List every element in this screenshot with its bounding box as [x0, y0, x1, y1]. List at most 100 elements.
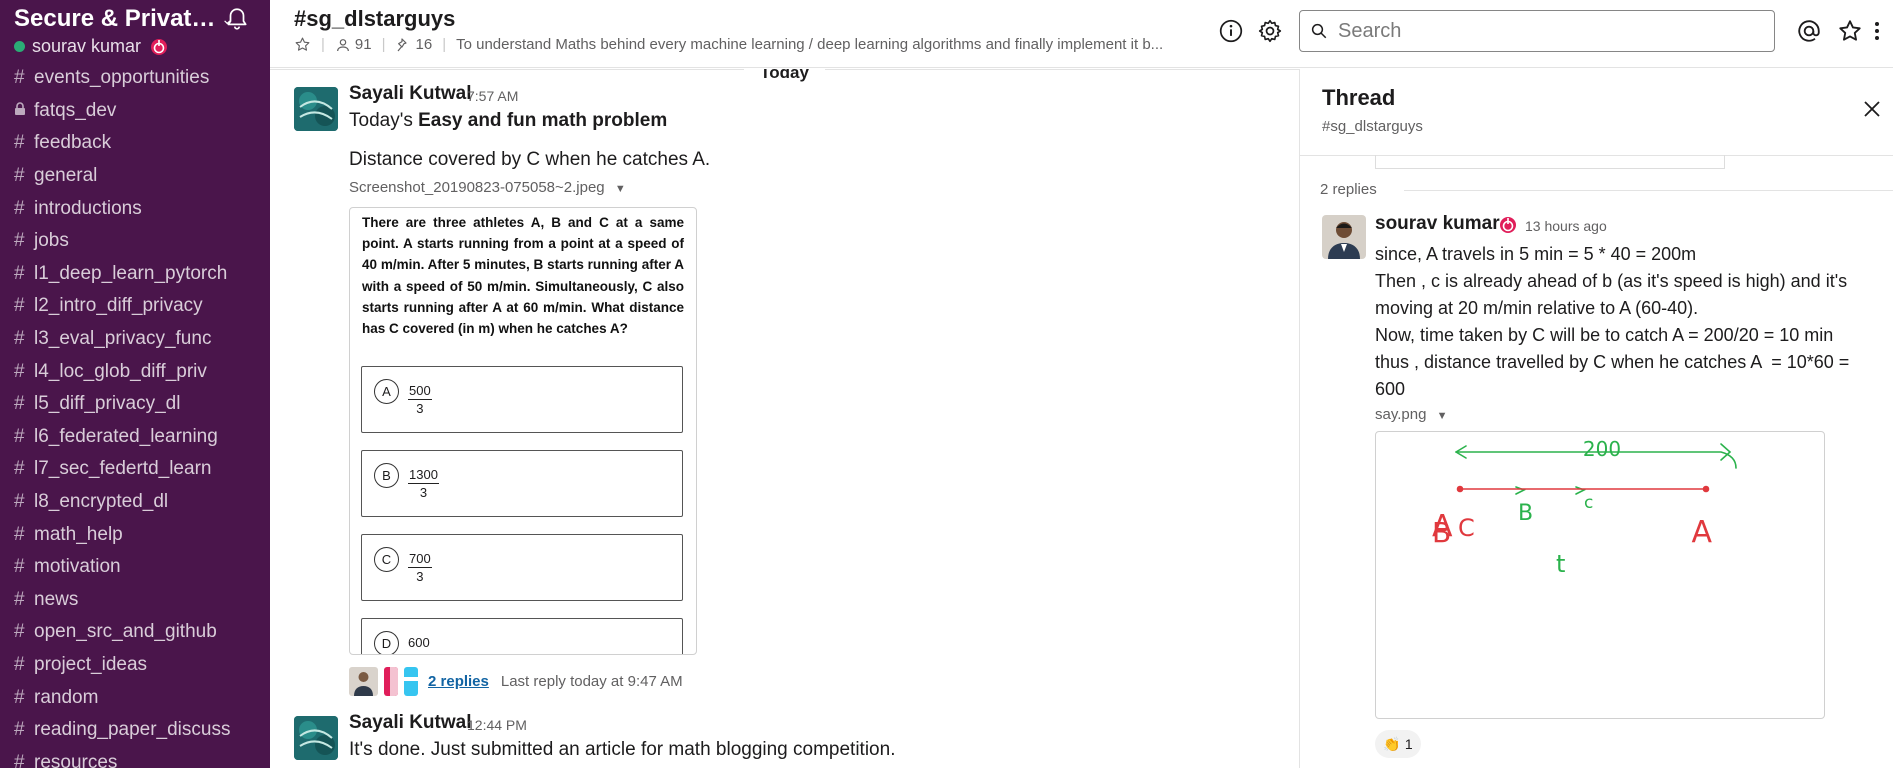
sidebar-item-fatqs-dev[interactable]: fatqs_dev: [0, 95, 270, 128]
sidebar-item-label: events_opportunities: [34, 67, 210, 89]
sidebar-item-l6-federated-learning[interactable]: # l6_federated_learning: [0, 421, 270, 454]
user-photo-avatar: [1322, 215, 1366, 259]
sidebar-item-l7-sec-federtd-learn[interactable]: # l7_sec_federtd_learn: [0, 453, 270, 486]
fraction-numerator: 1300: [408, 467, 439, 484]
star-icon[interactable]: [294, 36, 311, 53]
caret-down-icon[interactable]: ▼: [615, 183, 626, 195]
info-icon[interactable]: [1218, 18, 1244, 44]
channel-title[interactable]: #sg_dlstarguys: [294, 6, 455, 32]
thread-summary[interactable]: 2 replies Last reply today at 9:47 AM: [349, 665, 683, 697]
pin-icon[interactable]: [396, 37, 412, 53]
sidebar-item-label: project_ideas: [34, 653, 148, 675]
replier-avatar: [384, 666, 398, 696]
sidebar-item-project-ideas[interactable]: # project_ideas: [0, 649, 270, 682]
sidebar-item-events-opportunities[interactable]: # events_opportunities: [0, 62, 270, 95]
image-attachment[interactable]: There are three athletes A, B and C at a…: [349, 207, 697, 655]
sidebar-item-l1-deep-learn-pytorch[interactable]: # l1_deep_learn_pytorch: [0, 258, 270, 291]
hash-icon: #: [14, 360, 25, 382]
sidebar-item-motivation[interactable]: # motivation: [0, 551, 270, 584]
file-name[interactable]: Screenshot_20190823-075058~2.jpeg ▼: [349, 179, 626, 196]
avatar[interactable]: [1322, 215, 1366, 259]
sidebar-item-news[interactable]: # news: [0, 584, 270, 617]
sidebar-item-l8-encrypted-dl[interactable]: # l8_encrypted_dl: [0, 486, 270, 519]
lock-icon: [14, 100, 34, 122]
hash-icon: #: [14, 165, 25, 187]
avatar[interactable]: [294, 87, 338, 131]
option-fraction: 500 3: [408, 383, 432, 416]
hash-icon: #: [14, 751, 25, 768]
starred-items-icon[interactable]: [1837, 18, 1863, 44]
sidebar-item-label: reading_paper_discuss: [34, 719, 231, 741]
message-text-bold: Easy and fun math problem: [418, 110, 668, 131]
sidebar-item-introductions[interactable]: # introductions: [0, 192, 270, 225]
sidebar-item-label: l7_sec_federtd_learn: [34, 458, 212, 480]
search-box[interactable]: [1299, 10, 1775, 52]
channel-topic[interactable]: To understand Maths behind every machine…: [456, 36, 1216, 53]
sidebar: Secure & Privat… ⌄ sourav kumar # events_…: [0, 0, 270, 768]
option-d: D 600: [361, 618, 683, 654]
reply-author[interactable]: sourav kumar: [1375, 213, 1500, 235]
sidebar-item-reading-paper-discuss[interactable]: # reading_paper_discuss: [0, 714, 270, 747]
sidebar-item-open-src-and-github[interactable]: # open_src_and_github: [0, 616, 270, 649]
sidebar-item-label: l4_loc_glob_diff_priv: [34, 360, 207, 382]
sidebar-item-l4-loc-glob-diff-priv[interactable]: # l4_loc_glob_diff_priv: [0, 355, 270, 388]
reply-text: since, A travels in 5 min = 5 * 40 = 200…: [1375, 241, 1875, 403]
option-fraction: 700 3: [408, 551, 432, 584]
question-text: There are three athletes A, B and C at a…: [362, 215, 684, 337]
sidebar-item-label: random: [34, 686, 99, 708]
sidebar-item-l3-eval-privacy-func[interactable]: # l3_eval_privacy_func: [0, 323, 270, 356]
channel-list: # events_opportunities fatqs_dev # feedback #…: [0, 62, 270, 768]
sidebar-item-feedback[interactable]: # feedback: [0, 127, 270, 160]
sidebar-item-l5-diff-privacy-dl[interactable]: # l5_diff_privacy_dl: [0, 388, 270, 421]
file-name-text: say.png: [1375, 406, 1427, 423]
message-text-prefix: Today's: [349, 110, 419, 131]
sidebar-item-random[interactable]: # random: [0, 681, 270, 714]
option-c: C 700 3: [361, 534, 683, 601]
pinned-count[interactable]: 16: [416, 36, 433, 53]
search-input[interactable]: [1338, 19, 1758, 43]
replies-divider: [1404, 190, 1893, 191]
sketch-label: 200: [1583, 437, 1621, 461]
workspace-switcher[interactable]: Secure & Privat… ⌄: [14, 5, 254, 32]
message-author[interactable]: Sayali Kutwal: [349, 83, 472, 105]
replies-count: 2 replies: [1320, 181, 1377, 198]
sidebar-item-math-help[interactable]: # math_help: [0, 518, 270, 551]
replies-link[interactable]: 2 replies: [428, 673, 489, 690]
member-count[interactable]: 91: [355, 36, 372, 53]
more-vertical-icon[interactable]: [1867, 18, 1887, 44]
sidebar-item-jobs[interactable]: # jobs: [0, 225, 270, 258]
reaction-pill[interactable]: 👏 1: [1375, 730, 1421, 758]
sidebar-item-general[interactable]: # general: [0, 160, 270, 193]
sidebar-item-label: introductions: [34, 197, 142, 219]
hash-icon: #: [14, 295, 25, 317]
fraction-denominator: 3: [419, 485, 428, 500]
close-icon[interactable]: [1862, 99, 1882, 119]
mentions-icon[interactable]: [1796, 18, 1822, 44]
sketch-label: A: [1691, 515, 1712, 550]
parent-message-peek: [1375, 155, 1725, 169]
fraction-denominator: 3: [416, 569, 424, 584]
sketch-label: B: [1518, 501, 1533, 526]
sidebar-item-resources[interactable]: # resources: [0, 746, 270, 768]
message-time[interactable]: 12:44 PM: [467, 717, 527, 733]
hash-icon: #: [14, 686, 25, 708]
bell-icon[interactable]: [224, 6, 250, 32]
file-name[interactable]: say.png ▼: [1375, 406, 1448, 423]
thread-title: Thread: [1322, 85, 1396, 110]
current-user[interactable]: sourav kumar: [14, 36, 169, 57]
members-icon[interactable]: [335, 37, 351, 53]
day-divider-label: Today: [744, 69, 825, 82]
thread-channel[interactable]: #sg_dlstarguys: [1322, 118, 1423, 135]
image-attachment[interactable]: 200 B c A B C A t: [1375, 431, 1825, 719]
reply-time[interactable]: 13 hours ago: [1525, 218, 1607, 234]
reply-line: Now, time taken by C will be to catch A …: [1375, 325, 1834, 345]
status-emoji-icon: [1500, 217, 1516, 233]
sidebar-item-l2-intro-diff-privacy[interactable]: # l2_intro_diff_privacy: [0, 290, 270, 323]
sidebar-item-label: news: [34, 588, 79, 610]
avatar[interactable]: [294, 716, 338, 760]
gear-icon[interactable]: [1257, 18, 1283, 44]
message-author[interactable]: Sayali Kutwal: [349, 712, 472, 734]
option-letter: B: [374, 463, 399, 488]
message-time[interactable]: 7:57 AM: [467, 88, 518, 104]
caret-down-icon[interactable]: ▼: [1437, 410, 1448, 422]
